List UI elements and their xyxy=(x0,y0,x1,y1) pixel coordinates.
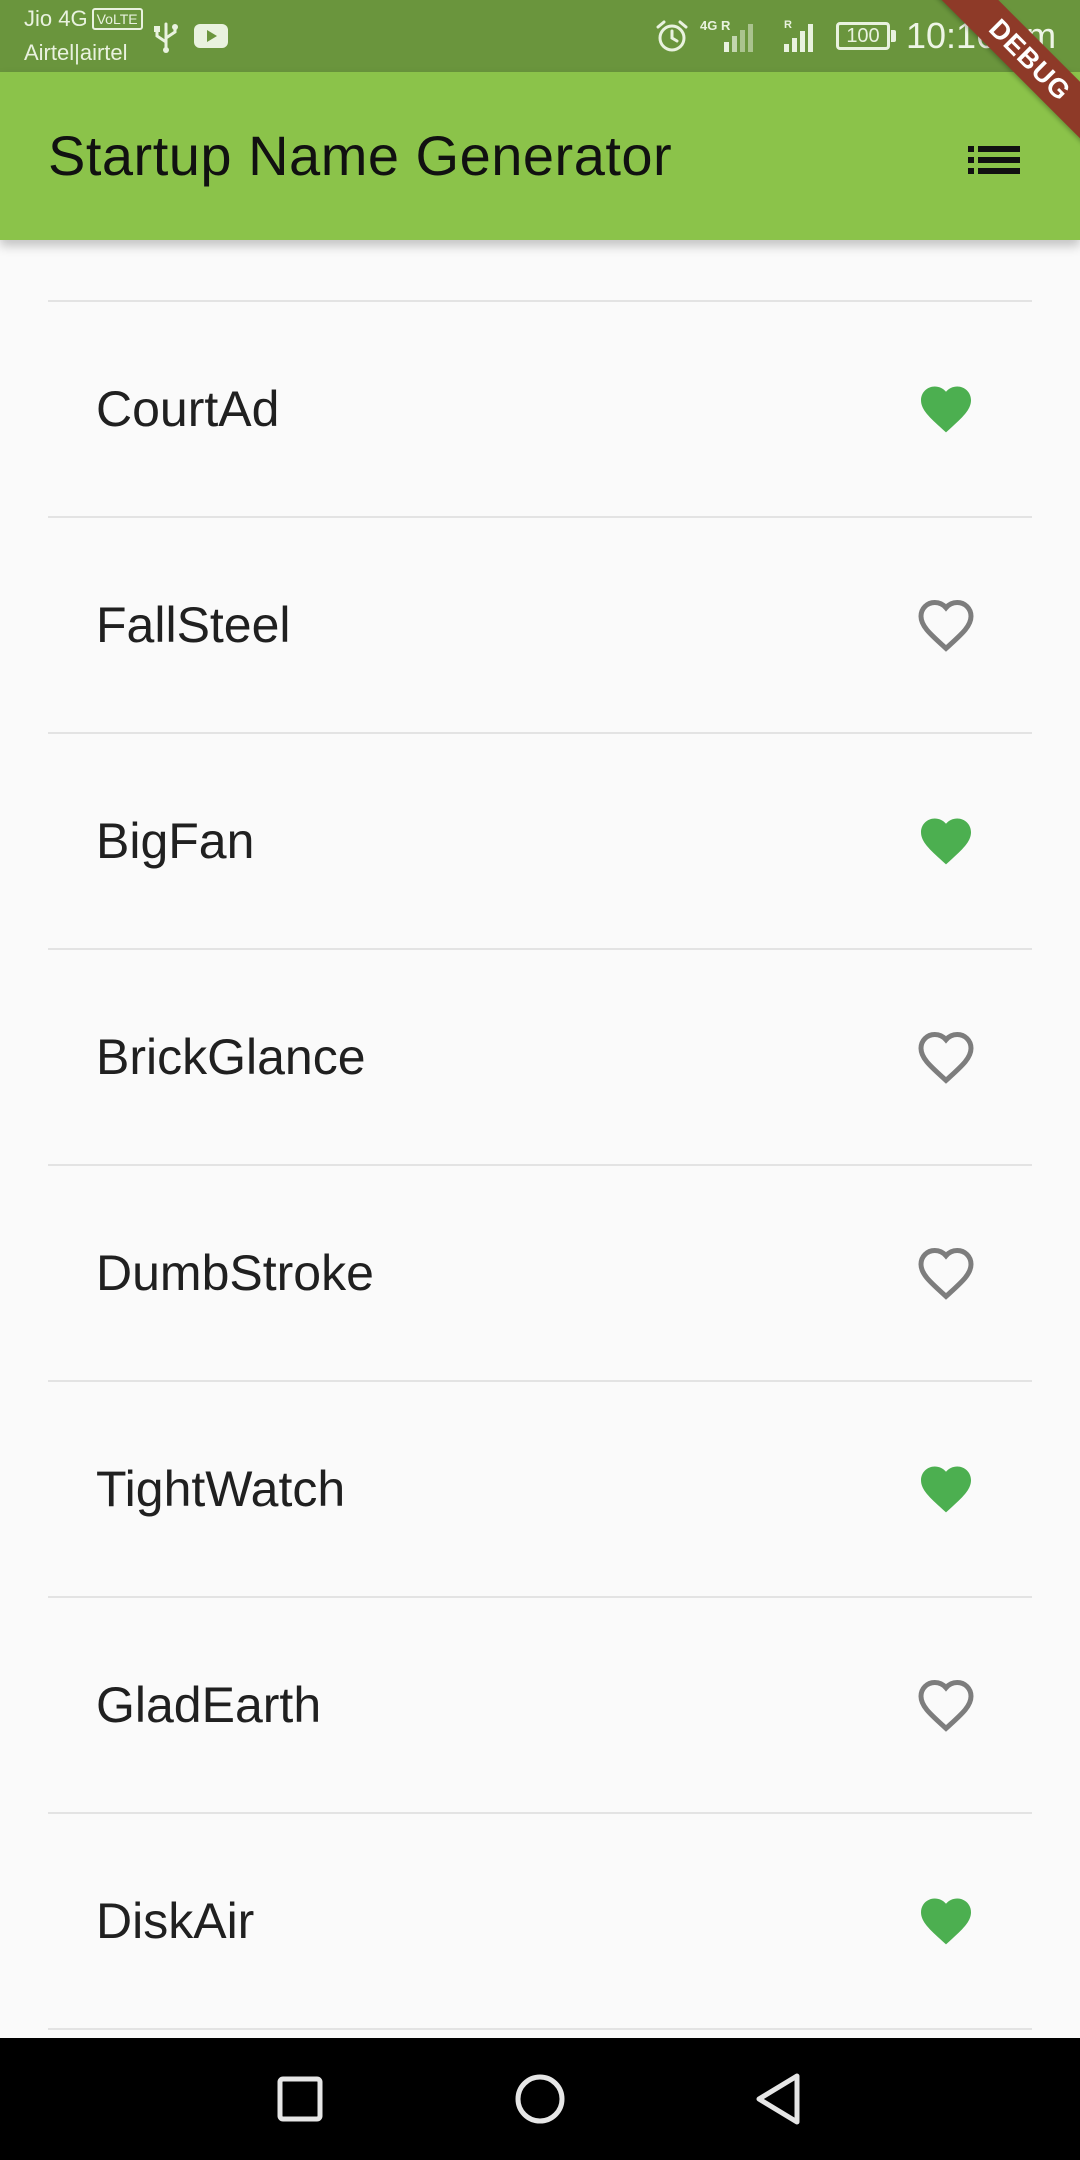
carrier-primary-label: Jio 4G xyxy=(24,6,88,31)
home-icon[interactable] xyxy=(503,2062,577,2136)
app-bar: Startup Name Generator xyxy=(0,72,1080,240)
favorite-border-icon[interactable] xyxy=(916,1243,976,1303)
list-item[interactable]: CourtAd xyxy=(48,302,1032,516)
list-item-title: GladEarth xyxy=(96,1677,322,1733)
status-bar: Jio 4G VoLTE Airtel|airtel 4G R R 100 10… xyxy=(0,0,1080,72)
list-item-title: DiskAir xyxy=(96,1893,255,1949)
network-4g-label: 4G R xyxy=(700,18,731,33)
favorite-icon[interactable] xyxy=(916,379,976,439)
signal-4g-icon: 4G R xyxy=(700,18,753,52)
list-item[interactable]: DumbStroke xyxy=(48,1166,1032,1380)
recent-apps-icon[interactable] xyxy=(263,2062,337,2136)
list-item-title: CourtAd xyxy=(96,381,280,437)
list-item[interactable]: BigFan xyxy=(48,734,1032,948)
list-item-title: TightWatch xyxy=(96,1461,346,1517)
favorite-icon[interactable] xyxy=(916,1891,976,1951)
name-list[interactable]: CourtAd FallSteel BigFan BrickGlance Dum… xyxy=(0,240,1080,2038)
list-item[interactable]: GladEarth xyxy=(48,1598,1032,1812)
list-item[interactable]: BrickGlance xyxy=(48,950,1032,1164)
usb-icon xyxy=(154,22,178,53)
system-nav-bar xyxy=(0,2038,1080,2160)
svg-text:R: R xyxy=(784,19,792,31)
page-title: Startup Name Generator xyxy=(48,124,673,187)
favorite-border-icon[interactable] xyxy=(916,1027,976,1087)
carrier-secondary: Airtel|airtel xyxy=(24,40,128,65)
list-item-title: BigFan xyxy=(96,813,255,869)
battery-indicator: 100 xyxy=(836,22,890,50)
battery-nub xyxy=(891,30,896,42)
list-item-title: DumbStroke xyxy=(96,1245,374,1301)
list-item-title: BrickGlance xyxy=(96,1029,366,1085)
carrier-primary: Jio 4G VoLTE xyxy=(24,6,143,32)
favorite-icon[interactable] xyxy=(916,1459,976,1519)
alarm-icon xyxy=(656,20,688,52)
volte-badge: VoLTE xyxy=(91,8,143,30)
signal-roaming-icon: R xyxy=(784,19,813,52)
list-item[interactable]: TightWatch xyxy=(48,1382,1032,1596)
favorite-border-icon[interactable] xyxy=(916,595,976,655)
list-item[interactable]: FallSteel xyxy=(48,518,1032,732)
saved-list-button[interactable] xyxy=(958,124,1030,196)
app-screen: Jio 4G VoLTE Airtel|airtel 4G R R 100 10… xyxy=(0,0,1080,2160)
favorite-icon[interactable] xyxy=(916,811,976,871)
list-divider xyxy=(48,2028,1032,2030)
list-icon xyxy=(968,146,1020,174)
youtube-icon xyxy=(194,24,228,48)
back-icon[interactable] xyxy=(743,2062,817,2136)
list-item[interactable]: DiskAir xyxy=(48,1814,1032,2028)
favorite-border-icon[interactable] xyxy=(916,1675,976,1735)
list-item-title: FallSteel xyxy=(96,597,291,653)
